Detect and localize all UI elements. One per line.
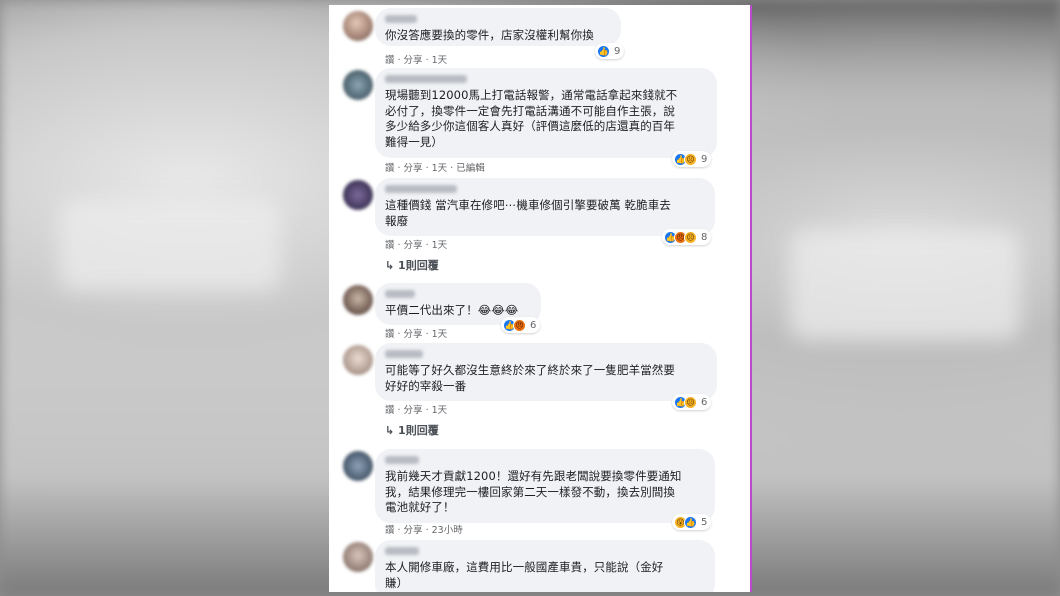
comment-actions[interactable]: 讚 · 分享 · 1天 — [385, 326, 447, 340]
author-name-blurred[interactable] — [385, 75, 467, 83]
reaction-summary[interactable]: 👍 😠 6 — [501, 317, 541, 333]
author-name-blurred[interactable] — [385, 15, 417, 23]
comment-text: 我前幾天才貢獻1200！還好有先跟老闆說要換零件要通知 我，結果修理完一樓回家第… — [385, 469, 682, 514]
comment-actions[interactable]: 讚 · 分享 · 1天 — [385, 237, 447, 251]
comment-actions[interactable]: 讚 · 分享 · 1天 · 已編輯 — [385, 160, 485, 174]
reaction-summary[interactable]: 👍 😠 ☹ 8 — [662, 229, 712, 245]
comment-actions[interactable]: 讚 · 分享 · 1天 — [385, 402, 447, 416]
comment-text: 可能等了好久都沒生意終於來了終於來了一隻肥羊當然要 好好的宰殺一番 — [385, 363, 675, 393]
sad-icon: ☹ — [684, 230, 697, 244]
comment-bubble: 你沒答應要換的零件，店家沒權利幫你換 — [375, 8, 621, 46]
comment-bubble: 可能等了好久都沒生意終於來了終於來了一隻肥羊當然要 好好的宰殺一番 — [375, 343, 717, 401]
comment-text: 你沒答應要換的零件，店家沒權利幫你換 — [385, 28, 594, 42]
author-name-blurred[interactable] — [385, 290, 415, 298]
comment-bubble: 我前幾天才貢獻1200！還好有先跟老闆說要換零件要通知 我，結果修理完一樓回家第… — [375, 449, 715, 523]
reaction-count: 5 — [701, 516, 708, 528]
comment-bubble: 現場聽到12000馬上打電話報警，通常電話拿起來錢就不 必付了，換零件一定會先打… — [375, 68, 717, 158]
reaction-count: 6 — [701, 396, 708, 408]
avatar[interactable] — [343, 345, 373, 375]
comment-text: 這種價錢 當汽車在修吧⋯機車修個引擎要破萬 乾脆車去 報廢 — [385, 198, 671, 228]
comment-text: 現場聽到12000馬上打電話報警，通常電話拿起來錢就不 必付了，換零件一定會先打… — [385, 88, 678, 149]
angry-icon: 😠 — [513, 318, 526, 332]
comment-actions[interactable]: 讚 · 分享 · 23小時 — [385, 522, 463, 536]
view-replies-link[interactable]: ↳ 1則回覆 — [385, 422, 439, 438]
author-name-blurred[interactable] — [385, 456, 419, 464]
avatar[interactable] — [343, 180, 373, 210]
author-name-blurred[interactable] — [385, 547, 419, 555]
reaction-summary[interactable]: 👍 ☹ 9 — [672, 151, 712, 167]
comment-text: 本人開修車廠，這費用比一般國產車貴，只能說（金好 賺） — [385, 560, 664, 590]
reaction-count: 6 — [530, 319, 537, 331]
author-name-blurred[interactable] — [385, 185, 457, 193]
avatar[interactable] — [343, 451, 373, 481]
sad-icon: ☹ — [684, 152, 697, 166]
blurred-background-shape — [790, 230, 1020, 340]
reaction-count: 9 — [614, 45, 621, 57]
blurred-background-shape — [60, 200, 280, 290]
reaction-summary[interactable]: 😮 👍 5 — [672, 514, 712, 530]
reaction-summary[interactable]: 👍 9 — [595, 43, 625, 59]
view-replies-link[interactable]: ↳ 1則回覆 — [385, 257, 439, 273]
avatar[interactable] — [343, 11, 373, 41]
sad-icon: ☹ — [684, 395, 697, 409]
avatar[interactable] — [343, 70, 373, 100]
reaction-summary[interactable]: 👍 ☹ 6 — [672, 394, 712, 410]
reaction-count: 8 — [701, 231, 708, 243]
like-icon: 👍 — [597, 44, 610, 58]
author-name-blurred[interactable] — [385, 350, 423, 358]
comment-bubble: 這種價錢 當汽車在修吧⋯機車修個引擎要破萬 乾脆車去 報廢 — [375, 178, 715, 236]
comment-actions[interactable]: 讚 · 分享 · 1天 — [385, 52, 447, 66]
like-icon: 👍 — [684, 515, 697, 529]
comments-panel: 你沒答應要換的零件，店家沒權利幫你換 👍 9 讚 · 分享 · 1天 現場聽到1… — [329, 5, 752, 592]
reaction-count: 9 — [701, 153, 708, 165]
avatar[interactable] — [343, 542, 373, 572]
avatar[interactable] — [343, 285, 373, 315]
comment-bubble: 本人開修車廠，這費用比一般國產車貴，只能說（金好 賺） — [375, 540, 715, 592]
